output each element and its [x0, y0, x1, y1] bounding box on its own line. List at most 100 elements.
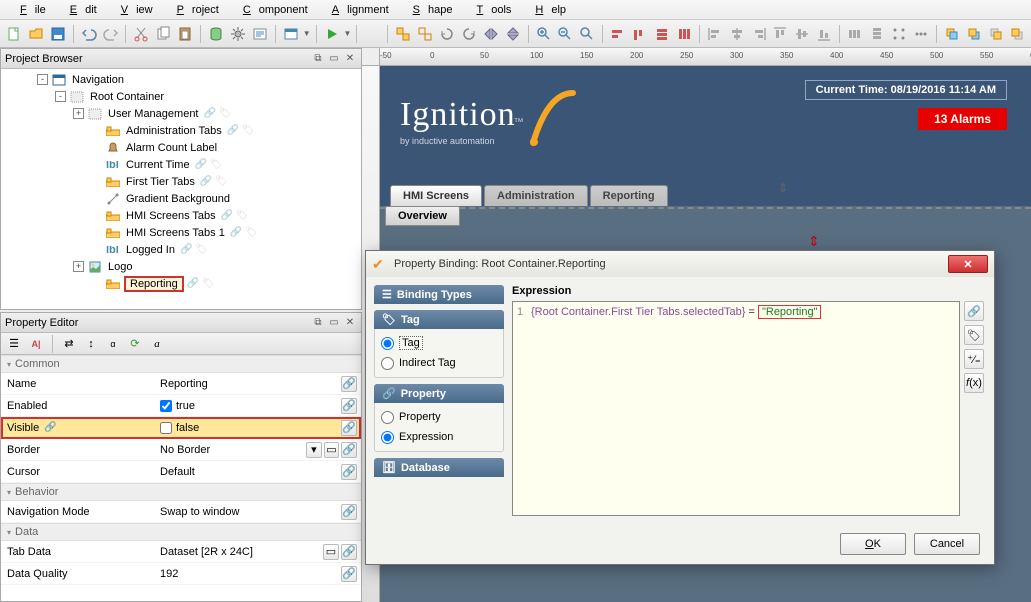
ok-button[interactable]: OK: [840, 533, 906, 555]
tree-item[interactable]: lblCurrent Time🔗 🏷: [1, 156, 361, 173]
back-icon[interactable]: [964, 24, 984, 44]
popup-button[interactable]: ▭: [323, 544, 339, 560]
play-icon[interactable]: [322, 24, 342, 44]
radio-label[interactable]: Indirect Tag: [399, 357, 456, 369]
property-value[interactable]: Reporting: [156, 378, 306, 390]
radio-label[interactable]: Property: [399, 411, 441, 423]
tab-overview[interactable]: Overview: [385, 206, 460, 226]
tree-toggle-icon[interactable]: +: [73, 261, 84, 272]
menu-alignment[interactable]: Alignment: [316, 2, 397, 18]
align-left-icon[interactable]: [705, 24, 725, 44]
menu-file[interactable]: File: [4, 2, 54, 18]
property-value[interactable]: Default: [156, 466, 306, 478]
tree-item[interactable]: +User Management🔗 🏷: [1, 105, 361, 122]
filter-icon[interactable]: ⇄: [60, 335, 78, 353]
tree-item[interactable]: Administration Tabs🔗 🏷: [1, 122, 361, 139]
flip-v-icon[interactable]: [503, 24, 523, 44]
radio-property[interactable]: [381, 411, 394, 424]
property-row[interactable]: Data Quality192🔗: [1, 563, 361, 585]
align-top-icon[interactable]: [771, 24, 791, 44]
align-4-icon[interactable]: [674, 24, 694, 44]
radio-indirect-tag[interactable]: [381, 357, 394, 370]
tab-hmi-screens[interactable]: HMI Screens: [390, 185, 482, 206]
insert-operator-icon[interactable]: ⁺⁄₌: [964, 349, 984, 369]
ungroup-icon[interactable]: [415, 24, 435, 44]
property-row[interactable]: CursorDefault🔗: [1, 461, 361, 483]
property-row[interactable]: Enabled true🔗: [1, 395, 361, 417]
property-section-header[interactable]: Common: [1, 355, 361, 373]
panel-close-icon[interactable]: ✕: [343, 316, 357, 330]
panel-min-icon[interactable]: ▭: [327, 52, 341, 66]
dialog-close-button[interactable]: ✕: [948, 255, 988, 273]
window-icon[interactable]: [281, 24, 301, 44]
undo-icon[interactable]: [79, 24, 99, 44]
alarm-count-label[interactable]: 13 Alarms: [918, 108, 1007, 130]
cut-icon[interactable]: [131, 24, 151, 44]
tree-item[interactable]: HMI Screens Tabs🔗 🏷: [1, 207, 361, 224]
property-value[interactable]: 192: [156, 568, 306, 580]
popup-button[interactable]: ▭: [324, 442, 340, 458]
bind-button[interactable]: 🔗: [341, 398, 357, 414]
menu-tools[interactable]: Tools: [460, 2, 519, 18]
menu-shape[interactable]: Shape: [397, 2, 461, 18]
pattern-2-icon[interactable]: [911, 24, 931, 44]
bind-button[interactable]: 🔗: [341, 566, 357, 582]
expand-icon[interactable]: ↕: [82, 335, 100, 353]
front-icon[interactable]: [942, 24, 962, 44]
tab-administration[interactable]: Administration: [484, 185, 588, 206]
tree-item[interactable]: +Logo: [1, 258, 361, 275]
bind-button[interactable]: 🔗: [341, 376, 357, 392]
paste-icon[interactable]: [175, 24, 195, 44]
zoom-fit-icon[interactable]: [577, 24, 597, 44]
align-3-icon[interactable]: [652, 24, 672, 44]
ab-icon[interactable]: α: [104, 335, 122, 353]
bind-button[interactable]: 🔗: [341, 544, 357, 560]
tab-reporting[interactable]: Reporting: [590, 185, 668, 206]
property-row[interactable]: Tab DataDataset [2R x 24C]▭🔗: [1, 541, 361, 563]
align-right-icon[interactable]: [749, 24, 769, 44]
script-icon[interactable]: [250, 24, 270, 44]
tree-item[interactable]: First Tier Tabs🔗 🏷: [1, 173, 361, 190]
panel-min-icon[interactable]: ▭: [327, 316, 341, 330]
db-icon[interactable]: [206, 24, 226, 44]
tree-item[interactable]: Reporting🔗 🏷: [1, 275, 361, 292]
property-row[interactable]: NameReporting🔗: [1, 373, 361, 395]
binding-group-database[interactable]: 🗄Database: [374, 458, 504, 477]
property-value[interactable]: true: [156, 400, 306, 412]
menu-project[interactable]: Project: [161, 2, 227, 18]
checkbox[interactable]: [160, 422, 172, 434]
radio-label[interactable]: Tag: [399, 336, 423, 350]
second-tier-tabs[interactable]: Overview: [385, 206, 460, 226]
radio-expression[interactable]: [381, 431, 394, 444]
align-center-h-icon[interactable]: [727, 24, 747, 44]
insert-function-icon[interactable]: f(x): [964, 373, 984, 393]
save-icon[interactable]: [48, 24, 68, 44]
zoom-out-icon[interactable]: [556, 24, 576, 44]
resize-handle-icon[interactable]: ⇕: [808, 233, 820, 250]
tree-item[interactable]: Alarm Count Label: [1, 139, 361, 156]
flip-h-icon[interactable]: [481, 24, 501, 44]
align-1-icon[interactable]: [608, 24, 628, 44]
panel-pin-icon[interactable]: ⧉: [311, 52, 325, 66]
distribute-2-icon[interactable]: [867, 24, 887, 44]
align-center-v-icon[interactable]: [792, 24, 812, 44]
backward-icon[interactable]: [1007, 24, 1027, 44]
menu-component[interactable]: Component: [227, 2, 316, 18]
property-row[interactable]: BorderNo Border▾▭🔗: [1, 439, 361, 461]
first-tier-tabs[interactable]: HMI ScreensAdministrationReporting: [390, 185, 668, 206]
bind-button[interactable]: 🔗: [341, 504, 357, 520]
dropdown-arrow-icon[interactable]: ▼: [303, 29, 311, 38]
pattern-1-icon[interactable]: [889, 24, 909, 44]
new-icon[interactable]: [4, 24, 24, 44]
tree-item[interactable]: -Root Container: [1, 88, 361, 105]
align-bottom-icon[interactable]: [814, 24, 834, 44]
radio-tag[interactable]: [381, 337, 394, 350]
property-grid[interactable]: CommonNameReporting🔗Enabled true🔗Visible…: [1, 355, 361, 585]
align-2-icon[interactable]: [630, 24, 650, 44]
forward-icon[interactable]: [986, 24, 1006, 44]
dropdown-button[interactable]: ▾: [306, 442, 322, 458]
property-row[interactable]: Navigation ModeSwap to window🔗: [1, 501, 361, 523]
binding-group-property[interactable]: 🔗Property: [374, 384, 504, 403]
redo-icon[interactable]: [101, 24, 121, 44]
bind-button[interactable]: 🔗: [341, 420, 357, 436]
